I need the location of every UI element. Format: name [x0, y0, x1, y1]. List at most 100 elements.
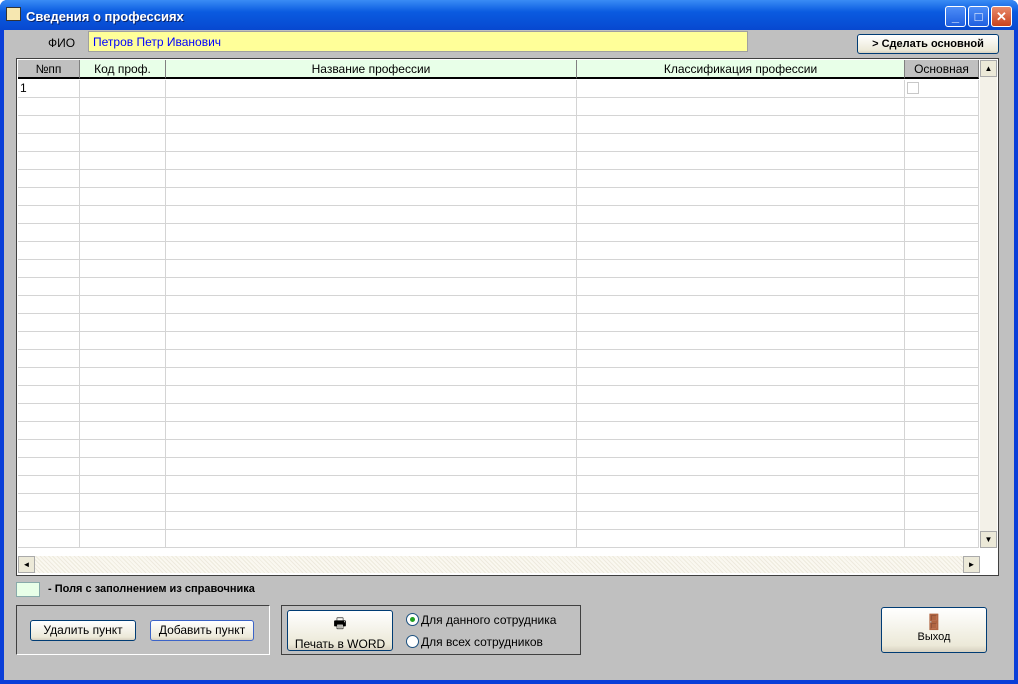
table-cell[interactable]: [905, 296, 979, 314]
main-checkbox[interactable]: [907, 82, 919, 94]
table-row[interactable]: [18, 512, 979, 530]
scroll-down-icon[interactable]: ▼: [980, 531, 997, 548]
table-cell[interactable]: [80, 440, 166, 458]
fio-field[interactable]: Петров Петр Иванович: [88, 31, 748, 52]
table-cell[interactable]: [80, 260, 166, 278]
table-row[interactable]: [18, 296, 979, 314]
close-button[interactable]: ✕: [991, 6, 1012, 27]
table-cell[interactable]: [18, 440, 80, 458]
table-cell[interactable]: [577, 260, 905, 278]
table-cell[interactable]: [80, 314, 166, 332]
table-cell[interactable]: [80, 116, 166, 134]
table-cell[interactable]: [18, 134, 80, 152]
table-cell[interactable]: [18, 422, 80, 440]
table-cell[interactable]: [166, 458, 577, 476]
table-cell[interactable]: [577, 332, 905, 350]
table-cell[interactable]: [80, 332, 166, 350]
table-cell[interactable]: [18, 98, 80, 116]
table-cell[interactable]: [80, 368, 166, 386]
table-cell[interactable]: [80, 170, 166, 188]
table-cell[interactable]: [166, 116, 577, 134]
table-cell[interactable]: [18, 404, 80, 422]
table-cell[interactable]: [18, 296, 80, 314]
table-cell[interactable]: [166, 260, 577, 278]
radio-all-employees-label[interactable]: Для всех сотрудников: [421, 635, 543, 649]
table-cell[interactable]: [905, 332, 979, 350]
table-row[interactable]: [18, 224, 979, 242]
table-cell[interactable]: [80, 98, 166, 116]
table-cell[interactable]: [166, 278, 577, 296]
table-cell[interactable]: [905, 278, 979, 296]
scroll-up-icon[interactable]: ▲: [980, 60, 997, 77]
table-cell[interactable]: [905, 224, 979, 242]
table-cell[interactable]: [905, 116, 979, 134]
table-cell[interactable]: [577, 116, 905, 134]
column-header-name[interactable]: Название профессии: [166, 60, 577, 79]
table-cell[interactable]: [18, 350, 80, 368]
table-cell[interactable]: [80, 404, 166, 422]
table-cell[interactable]: [166, 188, 577, 206]
table-cell[interactable]: [18, 278, 80, 296]
table-cell[interactable]: [905, 368, 979, 386]
exit-button[interactable]: 🚪 Выход: [881, 607, 987, 653]
table-cell[interactable]: [18, 530, 80, 548]
table-cell[interactable]: [80, 422, 166, 440]
table-cell[interactable]: [577, 224, 905, 242]
table-cell[interactable]: [80, 152, 166, 170]
table-cell[interactable]: [166, 386, 577, 404]
radio-this-employee[interactable]: [406, 613, 419, 626]
table-cell[interactable]: [905, 170, 979, 188]
table-row[interactable]: [18, 206, 979, 224]
table-row[interactable]: [18, 440, 979, 458]
table-cell[interactable]: [577, 350, 905, 368]
column-header-main[interactable]: Основная: [905, 60, 979, 79]
table-cell[interactable]: [577, 296, 905, 314]
table-cell[interactable]: [577, 494, 905, 512]
table-cell[interactable]: [577, 422, 905, 440]
scroll-right-icon[interactable]: ►: [963, 556, 980, 573]
table-cell[interactable]: [577, 476, 905, 494]
table-cell[interactable]: [905, 350, 979, 368]
table-cell[interactable]: [577, 530, 905, 548]
maximize-button[interactable]: □: [968, 6, 989, 27]
table-cell[interactable]: [905, 440, 979, 458]
table-cell[interactable]: [80, 296, 166, 314]
table-cell[interactable]: [166, 224, 577, 242]
table-cell[interactable]: [577, 278, 905, 296]
table-cell[interactable]: [905, 314, 979, 332]
table-cell[interactable]: [577, 458, 905, 476]
table-cell[interactable]: [80, 278, 166, 296]
table-cell[interactable]: [166, 404, 577, 422]
table-cell[interactable]: [577, 386, 905, 404]
table-cell[interactable]: [577, 440, 905, 458]
table-cell[interactable]: [166, 476, 577, 494]
table-row[interactable]: [18, 422, 979, 440]
minimize-button[interactable]: _: [945, 6, 966, 27]
table-cell[interactable]: [166, 206, 577, 224]
radio-this-employee-label[interactable]: Для данного сотрудника: [421, 613, 556, 627]
table-cell[interactable]: [80, 224, 166, 242]
table-cell[interactable]: [18, 224, 80, 242]
table-cell[interactable]: [166, 296, 577, 314]
table-cell[interactable]: [577, 134, 905, 152]
table-row[interactable]: [18, 386, 979, 404]
table-cell[interactable]: [18, 476, 80, 494]
table-cell[interactable]: [18, 332, 80, 350]
table-cell[interactable]: [577, 404, 905, 422]
table-row[interactable]: [18, 278, 979, 296]
radio-all-employees[interactable]: [406, 635, 419, 648]
table-cell[interactable]: [577, 242, 905, 260]
make-main-button[interactable]: > Сделать основной: [857, 34, 999, 54]
add-item-button[interactable]: Добавить пункт: [150, 620, 254, 641]
table-row[interactable]: [18, 170, 979, 188]
table-cell[interactable]: [905, 458, 979, 476]
table-cell[interactable]: [18, 116, 80, 134]
table-cell[interactable]: [166, 494, 577, 512]
table-row[interactable]: [18, 350, 979, 368]
table-row[interactable]: [18, 368, 979, 386]
table-cell[interactable]: [166, 98, 577, 116]
table-cell[interactable]: [166, 170, 577, 188]
table-cell[interactable]: [905, 188, 979, 206]
table-cell[interactable]: [18, 152, 80, 170]
table-cell[interactable]: [577, 188, 905, 206]
